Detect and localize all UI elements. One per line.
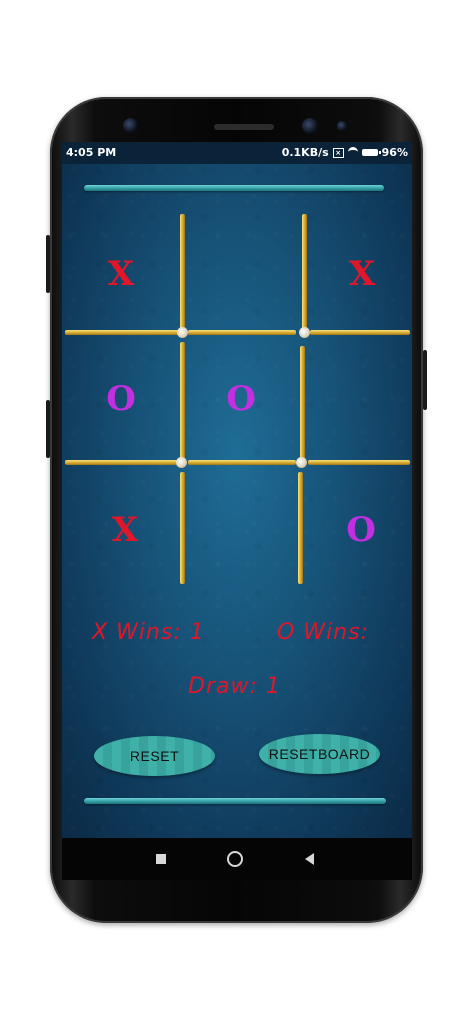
cell-mark-8: O xyxy=(346,510,376,550)
grid-joint xyxy=(296,457,307,468)
grid-line-vertical-2b xyxy=(300,346,305,464)
battery-level: 96% xyxy=(381,146,408,159)
status-time: 4:05 PM xyxy=(66,146,117,159)
grid-line-horizontal-1 xyxy=(65,330,179,335)
board-cell-2[interactable]: X xyxy=(307,219,412,329)
board-cell-7[interactable] xyxy=(186,475,296,585)
iris-sensor-icon xyxy=(123,118,138,133)
sim-icon: × xyxy=(332,147,344,158)
o-wins-label: O Wins: xyxy=(277,620,369,645)
grid-line-vertical-1c xyxy=(180,472,185,584)
cell-mark-4: O xyxy=(226,379,256,419)
power-button xyxy=(423,350,427,410)
status-bar: 4:05 PM 0.1KB/s × 96% xyxy=(62,142,412,164)
cell-mark-2: X xyxy=(348,254,376,294)
back-icon[interactable] xyxy=(305,853,314,865)
grid-line-vertical-1 xyxy=(180,214,185,334)
board-cell-1[interactable] xyxy=(186,219,296,329)
draw-label: Draw: 1 xyxy=(188,674,281,699)
grid-joint xyxy=(176,457,187,468)
x-wins-label: X Wins: 1 xyxy=(92,620,205,645)
cell-mark-3: O xyxy=(106,379,136,419)
grid-line-horizontal-1b xyxy=(188,330,296,335)
game-screen: 4:05 PM 0.1KB/s × 96% X X O O X O X Wins… xyxy=(62,142,412,838)
board-cell-8[interactable]: O xyxy=(306,475,412,585)
board-cell-5[interactable] xyxy=(307,344,412,454)
grid-line-horizontal-2b xyxy=(188,460,296,465)
battery-icon xyxy=(361,149,381,156)
cell-mark-0: X xyxy=(107,254,135,294)
status-right: 0.1KB/s × 96% xyxy=(282,146,408,159)
earpiece xyxy=(214,124,274,130)
volume-button xyxy=(46,235,50,293)
top-plank xyxy=(84,185,384,191)
front-camera-icon xyxy=(302,118,318,134)
grid-line-vertical-1b xyxy=(180,342,185,464)
reset-button[interactable]: RESET xyxy=(94,736,215,776)
reset-board-button[interactable]: RESETBOARD xyxy=(259,734,380,774)
board-cell-0[interactable]: X xyxy=(66,219,176,329)
grid-line-horizontal-2 xyxy=(65,460,179,465)
wifi-icon xyxy=(347,147,358,158)
proximity-sensor-icon xyxy=(337,121,347,131)
home-icon[interactable] xyxy=(227,851,243,867)
grid-line-horizontal-1c xyxy=(310,330,410,335)
network-speed: 0.1KB/s xyxy=(281,146,329,159)
board-cell-6[interactable]: X xyxy=(70,475,180,585)
recent-apps-icon[interactable] xyxy=(156,854,166,864)
bottom-plank xyxy=(84,798,386,804)
navigation-bar xyxy=(62,838,412,880)
grid-line-horizontal-2c xyxy=(308,460,410,465)
bixby-button xyxy=(46,400,50,458)
board-cell-3[interactable]: O xyxy=(66,344,176,454)
cell-mark-6: X xyxy=(111,510,139,550)
grid-line-vertical-2c xyxy=(298,472,303,584)
board-cell-4[interactable]: O xyxy=(186,344,296,454)
